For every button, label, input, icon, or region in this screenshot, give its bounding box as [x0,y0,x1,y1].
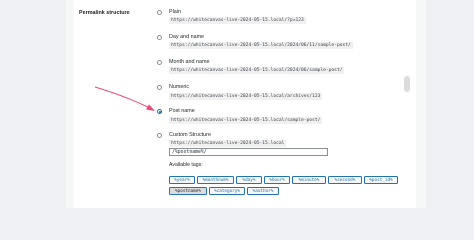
annotation-arrow-icon [94,86,155,111]
annotation-arrow-head [146,104,155,111]
annotation-arrow-line [94,86,151,109]
